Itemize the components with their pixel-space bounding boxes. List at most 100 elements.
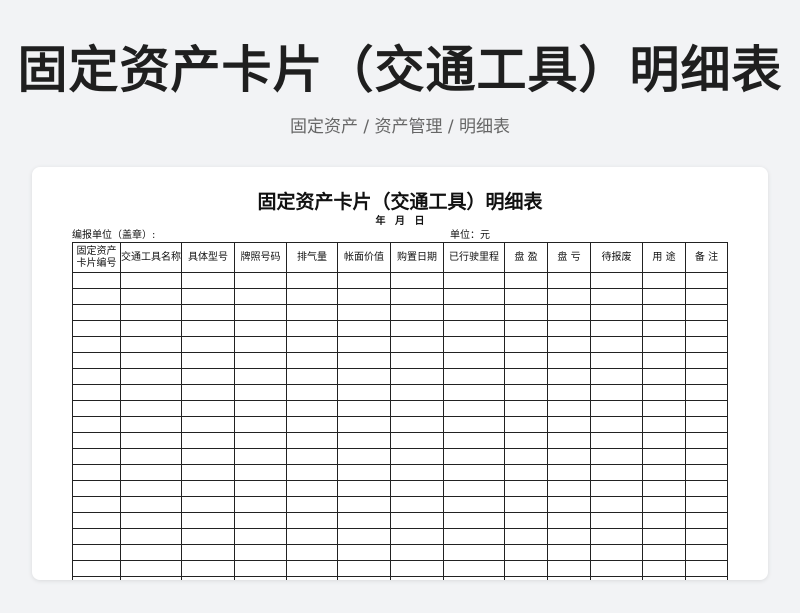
table-cell[interactable]	[286, 352, 338, 369]
table-cell[interactable]	[337, 544, 391, 561]
table-cell[interactable]	[234, 400, 287, 417]
table-cell[interactable]	[234, 528, 287, 545]
table-cell[interactable]	[685, 480, 728, 497]
table-cell[interactable]	[120, 512, 182, 529]
table-cell[interactable]	[443, 496, 505, 513]
table-cell[interactable]	[504, 528, 548, 545]
table-cell[interactable]	[337, 416, 391, 433]
table-cell[interactable]	[547, 480, 591, 497]
table-cell[interactable]	[181, 368, 235, 385]
table-cell[interactable]	[286, 528, 338, 545]
table-cell[interactable]	[234, 432, 287, 449]
table-cell[interactable]	[590, 448, 643, 465]
table-cell[interactable]	[286, 416, 338, 433]
table-cell[interactable]	[590, 496, 643, 513]
table-cell[interactable]	[642, 560, 686, 577]
table-cell[interactable]	[286, 544, 338, 561]
table-cell[interactable]	[72, 368, 121, 385]
table-cell[interactable]	[685, 560, 728, 577]
table-cell[interactable]	[685, 544, 728, 561]
table-cell[interactable]	[504, 560, 548, 577]
table-cell[interactable]	[390, 384, 444, 401]
table-cell[interactable]	[642, 448, 686, 465]
table-cell[interactable]	[390, 528, 444, 545]
table-cell[interactable]	[337, 576, 391, 580]
table-cell[interactable]	[590, 416, 643, 433]
table-cell[interactable]	[120, 544, 182, 561]
table-cell[interactable]	[286, 368, 338, 385]
table-cell[interactable]	[72, 352, 121, 369]
table-cell[interactable]	[120, 352, 182, 369]
table-cell[interactable]	[685, 288, 728, 305]
table-cell[interactable]	[642, 368, 686, 385]
table-cell[interactable]	[234, 576, 287, 580]
table-cell[interactable]	[337, 272, 391, 289]
table-cell[interactable]	[443, 384, 505, 401]
table-cell[interactable]	[685, 352, 728, 369]
table-cell[interactable]	[390, 304, 444, 321]
table-cell[interactable]	[181, 432, 235, 449]
table-cell[interactable]	[390, 432, 444, 449]
table-cell[interactable]	[504, 400, 548, 417]
table-cell[interactable]	[181, 512, 235, 529]
table-cell[interactable]	[547, 352, 591, 369]
table-cell[interactable]	[685, 464, 728, 481]
table-cell[interactable]	[685, 416, 728, 433]
table-cell[interactable]	[234, 272, 287, 289]
table-cell[interactable]	[72, 480, 121, 497]
table-cell[interactable]	[390, 480, 444, 497]
table-cell[interactable]	[286, 512, 338, 529]
table-cell[interactable]	[337, 352, 391, 369]
table-cell[interactable]	[685, 448, 728, 465]
table-cell[interactable]	[685, 336, 728, 353]
table-cell[interactable]	[590, 560, 643, 577]
table-cell[interactable]	[504, 384, 548, 401]
table-cell[interactable]	[234, 368, 287, 385]
table-cell[interactable]	[390, 352, 444, 369]
table-cell[interactable]	[547, 288, 591, 305]
table-cell[interactable]	[590, 528, 643, 545]
table-cell[interactable]	[504, 304, 548, 321]
table-cell[interactable]	[642, 320, 686, 337]
table-cell[interactable]	[443, 480, 505, 497]
table-cell[interactable]	[390, 336, 444, 353]
table-cell[interactable]	[443, 448, 505, 465]
table-cell[interactable]	[504, 544, 548, 561]
table-cell[interactable]	[120, 576, 182, 580]
table-cell[interactable]	[72, 544, 121, 561]
table-cell[interactable]	[642, 272, 686, 289]
table-cell[interactable]	[181, 448, 235, 465]
table-cell[interactable]	[181, 528, 235, 545]
table-cell[interactable]	[547, 544, 591, 561]
table-cell[interactable]	[120, 336, 182, 353]
table-cell[interactable]	[547, 464, 591, 481]
table-cell[interactable]	[286, 336, 338, 353]
table-cell[interactable]	[72, 288, 121, 305]
table-cell[interactable]	[120, 368, 182, 385]
table-cell[interactable]	[590, 336, 643, 353]
table-cell[interactable]	[504, 368, 548, 385]
table-cell[interactable]	[234, 304, 287, 321]
table-cell[interactable]	[337, 448, 391, 465]
table-cell[interactable]	[337, 432, 391, 449]
table-cell[interactable]	[72, 528, 121, 545]
table-cell[interactable]	[504, 576, 548, 580]
table-cell[interactable]	[443, 576, 505, 580]
table-cell[interactable]	[181, 288, 235, 305]
table-cell[interactable]	[547, 384, 591, 401]
table-cell[interactable]	[590, 384, 643, 401]
table-cell[interactable]	[286, 464, 338, 481]
table-cell[interactable]	[504, 416, 548, 433]
table-cell[interactable]	[504, 464, 548, 481]
table-cell[interactable]	[120, 528, 182, 545]
table-cell[interactable]	[642, 496, 686, 513]
table-cell[interactable]	[234, 320, 287, 337]
table-cell[interactable]	[72, 336, 121, 353]
table-cell[interactable]	[120, 304, 182, 321]
table-cell[interactable]	[120, 496, 182, 513]
table-cell[interactable]	[337, 480, 391, 497]
table-cell[interactable]	[234, 480, 287, 497]
table-cell[interactable]	[443, 560, 505, 577]
table-cell[interactable]	[443, 336, 505, 353]
table-cell[interactable]	[642, 432, 686, 449]
